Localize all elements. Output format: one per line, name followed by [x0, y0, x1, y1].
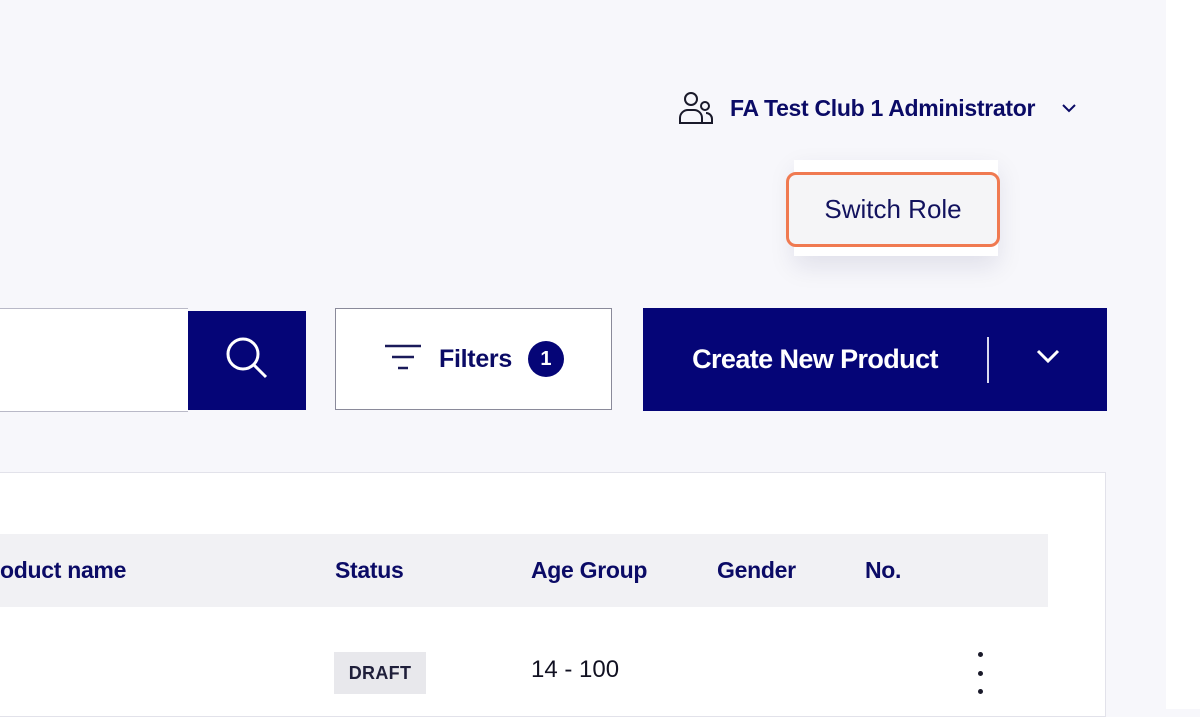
row-actions-kebab-icon[interactable] [966, 652, 994, 694]
chevron-down-icon[interactable] [1059, 96, 1083, 120]
column-header-age-group[interactable]: Age Group [531, 534, 647, 607]
user-role-name: FA Test Club 1 Administrator [730, 94, 1036, 121]
create-new-product-button[interactable]: Create New Product [643, 308, 987, 411]
column-header-product-name[interactable]: oduct name [0, 534, 220, 607]
chevron-down-icon [1033, 347, 1063, 372]
search-button[interactable] [188, 311, 306, 410]
search-icon [222, 333, 272, 388]
column-header-gender[interactable]: Gender [717, 534, 796, 607]
window-gutter [1166, 0, 1200, 709]
filters-label: Filters [439, 344, 512, 373]
status-badge: DRAFT [334, 652, 426, 694]
users-icon [676, 88, 716, 128]
user-role-menu[interactable]: FA Test Club 1 Administrator [676, 86, 1083, 130]
create-options-toggle[interactable] [989, 308, 1107, 411]
create-product-split-button: Create New Product [643, 308, 1107, 411]
column-header-status[interactable]: Status [335, 534, 404, 607]
search-input[interactable] [0, 308, 188, 412]
filters-button[interactable]: Filters 1 [335, 308, 612, 410]
column-header-number[interactable]: No. [865, 534, 917, 607]
age-group-cell: 14 - 100 [531, 656, 620, 683]
filter-icon [383, 340, 423, 379]
switch-role-menu-item[interactable]: Switch Role [786, 172, 1000, 247]
filters-count-badge: 1 [527, 341, 564, 377]
